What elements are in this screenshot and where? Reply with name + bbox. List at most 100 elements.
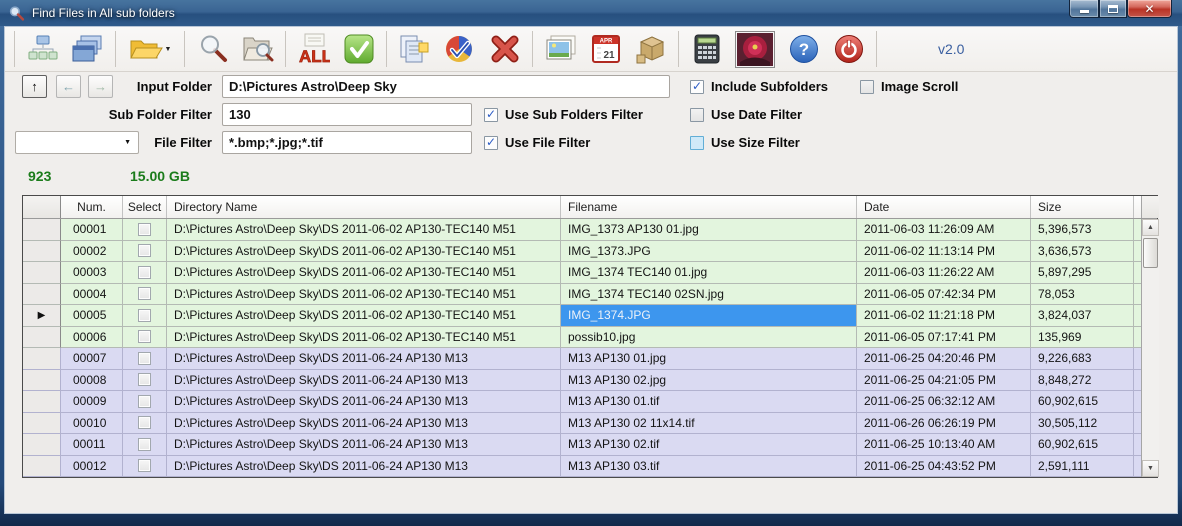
delete-button[interactable] bbox=[482, 29, 527, 69]
directory-cell[interactable]: D:\Pictures Astro\Deep Sky\DS 2011-06-24… bbox=[167, 456, 561, 478]
column-header-num[interactable]: Num. bbox=[61, 196, 123, 218]
filename-cell[interactable]: M13 AP130 02.tif bbox=[561, 434, 857, 456]
use-file-filter-checkbox[interactable]: ✓ Use File Filter bbox=[484, 131, 590, 154]
filename-cell[interactable]: IMG_1374 TEC140 02SN.jpg bbox=[561, 284, 857, 306]
size-cell[interactable]: 5,396,573 bbox=[1031, 219, 1134, 241]
date-cell[interactable]: 2011-06-25 06:32:12 AM bbox=[857, 391, 1031, 413]
filename-cell[interactable]: IMG_1374.JPG bbox=[561, 305, 857, 327]
directory-cell[interactable]: D:\Pictures Astro\Deep Sky\DS 2011-06-24… bbox=[167, 391, 561, 413]
row-selector-cell[interactable] bbox=[23, 348, 61, 370]
column-header-select[interactable]: Select bbox=[123, 196, 167, 218]
row-select-checkbox[interactable] bbox=[138, 395, 151, 408]
row-selector-cell[interactable] bbox=[23, 284, 61, 306]
select-all-button[interactable]: ALL bbox=[291, 29, 336, 69]
verify-check-button[interactable] bbox=[437, 29, 482, 69]
row-select-checkbox[interactable] bbox=[138, 266, 151, 279]
scroll-down-button[interactable]: ▼ bbox=[1142, 460, 1159, 477]
use-size-filter-checkbox[interactable]: ✓ Use Size Filter bbox=[690, 131, 800, 154]
date-cell[interactable]: 2011-06-03 11:26:09 AM bbox=[857, 219, 1031, 241]
column-header-directory[interactable]: Directory Name bbox=[167, 196, 561, 218]
row-select-checkbox[interactable] bbox=[138, 309, 151, 322]
size-cell[interactable]: 78,053 bbox=[1031, 284, 1134, 306]
row-selector-cell[interactable]: ▶ bbox=[23, 305, 61, 327]
scrollbar-thumb[interactable] bbox=[1143, 238, 1158, 268]
date-cell[interactable]: 2011-06-26 06:26:19 PM bbox=[857, 413, 1031, 435]
date-cell[interactable]: 2011-06-02 11:13:14 PM bbox=[857, 241, 1031, 263]
open-folder-button[interactable]: ▼ bbox=[121, 29, 179, 69]
date-cell[interactable]: 2011-06-25 10:13:40 AM bbox=[857, 434, 1031, 456]
column-header-date[interactable]: Date bbox=[857, 196, 1031, 218]
search-in-folder-button[interactable] bbox=[235, 29, 280, 69]
column-header-size[interactable]: Size bbox=[1031, 196, 1134, 218]
filename-cell[interactable]: IMG_1373.JPG bbox=[561, 241, 857, 263]
size-cell[interactable]: 30,505,112 bbox=[1031, 413, 1134, 435]
filename-cell[interactable]: IMG_1373 AP130 01.jpg bbox=[561, 219, 857, 241]
image-preview-button[interactable] bbox=[729, 29, 781, 69]
sub-folder-filter-field[interactable] bbox=[222, 103, 472, 126]
size-cell[interactable]: 60,902,615 bbox=[1031, 434, 1134, 456]
num-cell[interactable]: 00007 bbox=[61, 348, 123, 370]
exit-button[interactable] bbox=[826, 29, 871, 69]
close-button[interactable]: ✕ bbox=[1127, 0, 1172, 18]
row-selector-cell[interactable] bbox=[23, 241, 61, 263]
archive-package-button[interactable] bbox=[628, 29, 673, 69]
row-select-checkbox[interactable] bbox=[138, 352, 151, 365]
filename-cell[interactable]: IMG_1374 TEC140 01.jpg bbox=[561, 262, 857, 284]
row-select-checkbox[interactable] bbox=[138, 373, 151, 386]
minimize-button[interactable] bbox=[1069, 0, 1099, 18]
filename-cell[interactable]: M13 AP130 02 11x14.tif bbox=[561, 413, 857, 435]
num-cell[interactable]: 00010 bbox=[61, 413, 123, 435]
maximize-button[interactable] bbox=[1099, 0, 1127, 18]
search-button[interactable] bbox=[190, 29, 235, 69]
row-selector-cell[interactable] bbox=[23, 219, 61, 241]
row-select-checkbox[interactable] bbox=[138, 223, 151, 236]
date-cell[interactable]: 2011-06-25 04:20:46 PM bbox=[857, 348, 1031, 370]
size-cell[interactable]: 3,824,037 bbox=[1031, 305, 1134, 327]
filename-cell[interactable]: M13 AP130 01.jpg bbox=[561, 348, 857, 370]
row-selector-cell[interactable] bbox=[23, 370, 61, 392]
scroll-up-button[interactable]: ▲ bbox=[1142, 219, 1159, 236]
file-filter-field[interactable] bbox=[222, 131, 472, 154]
num-cell[interactable]: 00005 bbox=[61, 305, 123, 327]
directory-cell[interactable]: D:\Pictures Astro\Deep Sky\DS 2011-06-02… bbox=[167, 327, 561, 349]
view-images-button[interactable] bbox=[538, 29, 583, 69]
directory-cell[interactable]: D:\Pictures Astro\Deep Sky\DS 2011-06-02… bbox=[167, 241, 561, 263]
filename-cell[interactable]: M13 AP130 03.tif bbox=[561, 456, 857, 478]
titlebar[interactable]: Find Files in All sub folders ✕ bbox=[0, 0, 1182, 26]
directory-cell[interactable]: D:\Pictures Astro\Deep Sky\DS 2011-06-24… bbox=[167, 413, 561, 435]
filename-cell[interactable]: M13 AP130 02.jpg bbox=[561, 370, 857, 392]
date-cell[interactable]: 2011-06-02 11:21:18 PM bbox=[857, 305, 1031, 327]
size-cell[interactable]: 8,848,272 bbox=[1031, 370, 1134, 392]
confirm-check-button[interactable] bbox=[336, 29, 381, 69]
directory-cell[interactable]: D:\Pictures Astro\Deep Sky\DS 2011-06-24… bbox=[167, 370, 561, 392]
size-cell[interactable]: 3,636,573 bbox=[1031, 241, 1134, 263]
num-cell[interactable]: 00001 bbox=[61, 219, 123, 241]
cascade-windows-button[interactable] bbox=[65, 29, 110, 69]
num-cell[interactable]: 00008 bbox=[61, 370, 123, 392]
date-cell[interactable]: 2011-06-03 11:26:22 AM bbox=[857, 262, 1031, 284]
row-select-checkbox[interactable] bbox=[138, 438, 151, 451]
use-sub-folders-filter-checkbox[interactable]: ✓ Use Sub Folders Filter bbox=[484, 103, 643, 126]
date-cell[interactable]: 2011-06-25 04:21:05 PM bbox=[857, 370, 1031, 392]
num-cell[interactable]: 00006 bbox=[61, 327, 123, 349]
directory-cell[interactable]: D:\Pictures Astro\Deep Sky\DS 2011-06-02… bbox=[167, 219, 561, 241]
num-cell[interactable]: 00002 bbox=[61, 241, 123, 263]
help-button[interactable]: ? bbox=[781, 29, 826, 69]
num-cell[interactable]: 00009 bbox=[61, 391, 123, 413]
directory-cell[interactable]: D:\Pictures Astro\Deep Sky\DS 2011-06-24… bbox=[167, 434, 561, 456]
size-cell[interactable]: 135,969 bbox=[1031, 327, 1134, 349]
num-cell[interactable]: 00012 bbox=[61, 456, 123, 478]
row-selector-cell[interactable] bbox=[23, 262, 61, 284]
vertical-scrollbar[interactable]: ▲ ▼ bbox=[1141, 219, 1159, 477]
filename-cell[interactable]: possib10.jpg bbox=[561, 327, 857, 349]
row-selector-cell[interactable] bbox=[23, 434, 61, 456]
directory-cell[interactable]: D:\Pictures Astro\Deep Sky\DS 2011-06-02… bbox=[167, 305, 561, 327]
tree-view-button[interactable] bbox=[20, 29, 65, 69]
filename-cell[interactable]: M13 AP130 01.tif bbox=[561, 391, 857, 413]
directory-cell[interactable]: D:\Pictures Astro\Deep Sky\DS 2011-06-24… bbox=[167, 348, 561, 370]
row-select-checkbox[interactable] bbox=[138, 244, 151, 257]
use-date-filter-checkbox[interactable]: ✓ Use Date Filter bbox=[690, 103, 802, 126]
row-selector-cell[interactable] bbox=[23, 456, 61, 478]
size-cell[interactable]: 60,902,615 bbox=[1031, 391, 1134, 413]
row-select-checkbox[interactable] bbox=[138, 459, 151, 472]
